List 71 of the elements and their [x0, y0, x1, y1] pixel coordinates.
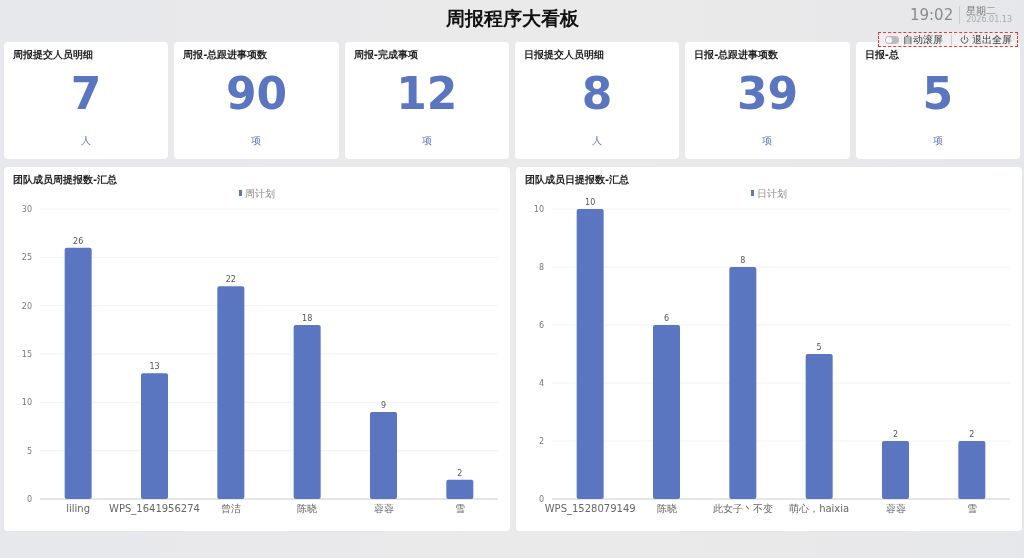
stat-value: 7 — [70, 72, 102, 116]
data-label: 26 — [73, 236, 84, 246]
card-title: 日报-总跟进事项数 — [694, 48, 779, 62]
axis-label: 雪 — [454, 503, 465, 514]
axis-label: 2 — [538, 437, 544, 446]
weekday: 星期二 — [966, 5, 997, 16]
axis-label: WPS_1528079149 — [544, 503, 636, 514]
data-label: 8 — [740, 256, 746, 265]
data-label: 9 — [380, 401, 387, 410]
power-icon — [960, 35, 969, 44]
bar — [446, 479, 474, 499]
data-label: 22 — [225, 275, 236, 285]
stat-value: 39 — [736, 72, 799, 116]
card-title: 日报-总 — [864, 48, 899, 62]
stat-unit: 人 — [81, 134, 92, 148]
axis-label: 陈晓 — [656, 503, 677, 514]
chart-title: 团队成员日提报数-汇总 — [525, 173, 631, 187]
clock-time: 19:02 — [909, 6, 954, 24]
exit-fullscreen-button[interactable]: 退出全屏 — [960, 32, 1012, 47]
axis-label: liling — [66, 503, 91, 514]
axis-label: 10 — [21, 398, 32, 408]
axis-label: 8 — [538, 263, 544, 272]
axis-label: 5 — [26, 446, 32, 456]
axis-label: 20 — [21, 301, 32, 311]
bar — [958, 441, 986, 499]
chart-title: 团队成员周提报数-汇总 — [13, 173, 119, 187]
axis-label: 蓉蓉 — [373, 503, 394, 514]
axis-label: 此女子丶不变 — [712, 503, 773, 514]
card-title: 周报-总跟进事项数 — [183, 48, 268, 62]
data-label: 2 — [892, 430, 899, 439]
legend-label: 日计划 — [757, 188, 787, 199]
card-title: 日报提交人员明细 — [524, 48, 604, 62]
stat-value: 5 — [922, 72, 954, 116]
chart-legend[interactable]: 周计划 — [239, 188, 275, 199]
axis-label: 蓉蓉 — [885, 503, 906, 514]
stat-unit: 项 — [421, 134, 432, 148]
axis-label: 10 — [533, 205, 544, 214]
stat-unit: 人 — [592, 134, 603, 148]
axis-label: 曾洁 — [220, 503, 241, 514]
data-label: 18 — [302, 314, 313, 323]
axis-label: 陈晓 — [297, 503, 318, 514]
data-label: 5 — [816, 343, 822, 352]
stat-value: 12 — [396, 72, 458, 116]
stat-value: 8 — [581, 72, 613, 116]
stat-value: 90 — [225, 72, 288, 116]
data-label: 2 — [457, 468, 463, 478]
bar — [882, 441, 909, 499]
axis-label: 6 — [538, 321, 544, 330]
axis-label: 30 — [21, 205, 32, 214]
card-title: 周报-完成事项 — [353, 48, 418, 62]
chart-legend[interactable]: 日计划 — [751, 188, 787, 199]
data-label: 13 — [149, 362, 160, 372]
axis-label: 0 — [538, 495, 544, 504]
data-label: 2 — [969, 430, 975, 439]
axis-label: 25 — [21, 253, 32, 263]
stat-unit: 项 — [762, 134, 773, 148]
data-label: 6 — [663, 314, 670, 323]
auto-scroll-toggle[interactable]: 自动滚屏 — [885, 32, 943, 47]
page-title: 周报程序大看板 — [445, 6, 579, 31]
axis-label: 4 — [538, 379, 544, 388]
axis-label: 0 — [26, 495, 32, 504]
axis-label: 萌心，haixia — [789, 503, 850, 514]
card-title: 周报提交人员明细 — [13, 48, 93, 62]
date: 2026.01.13 — [966, 16, 1012, 25]
stat-unit: 项 — [932, 134, 943, 148]
axis-label: 雪 — [966, 503, 977, 514]
axis-label: WPS_1641956274 — [109, 503, 200, 514]
axis-label: 15 — [21, 350, 32, 359]
legend-label: 周计划 — [245, 188, 275, 199]
data-label: 10 — [585, 198, 596, 207]
stat-unit: 项 — [251, 134, 262, 148]
